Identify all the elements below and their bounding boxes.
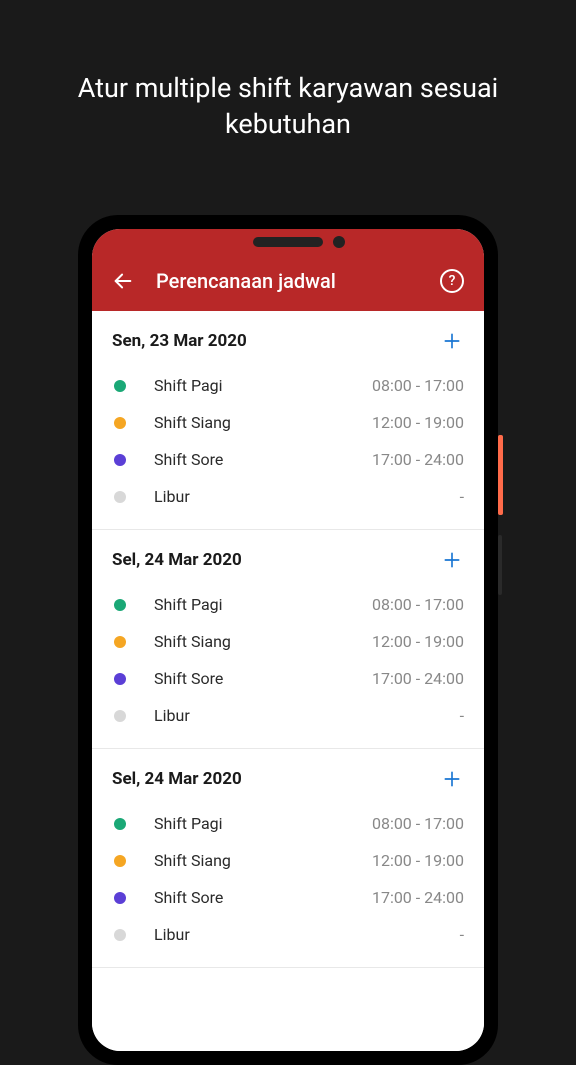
phone-notch xyxy=(253,237,323,247)
day-date: Sel, 24 Mar 2020 xyxy=(112,550,242,570)
shift-name: Libur xyxy=(154,487,460,506)
page-title: Perencanaan jadwal xyxy=(156,269,418,293)
day-block: Sen, 23 Mar 2020Shift Pagi08:00 - 17:00S… xyxy=(92,311,484,530)
shift-color-dot xyxy=(114,892,126,904)
shift-name: Shift Sore xyxy=(154,450,372,469)
back-button[interactable] xyxy=(112,270,134,292)
promo-headline: Atur multiple shift karyawan sesuai kebu… xyxy=(0,0,576,143)
shift-color-dot xyxy=(114,417,126,429)
shift-row[interactable]: Shift Sore17:00 - 24:00 xyxy=(112,441,464,478)
shift-time: 17:00 - 24:00 xyxy=(372,888,464,907)
shift-color-dot xyxy=(114,929,126,941)
shift-color-dot xyxy=(114,454,126,466)
shift-name: Shift Sore xyxy=(154,888,372,907)
shift-time: - xyxy=(460,925,464,944)
day-date: Sel, 24 Mar 2020 xyxy=(112,769,242,789)
shift-row[interactable]: Shift Siang12:00 - 19:00 xyxy=(112,842,464,879)
shift-time: 12:00 - 19:00 xyxy=(372,413,464,432)
shift-time: 08:00 - 17:00 xyxy=(372,814,464,833)
shift-row[interactable]: Libur- xyxy=(112,478,464,515)
shift-time: 08:00 - 17:00 xyxy=(372,595,464,614)
day-header: Sel, 24 Mar 2020 xyxy=(112,767,464,791)
shift-time: 17:00 - 24:00 xyxy=(372,450,464,469)
shift-color-dot xyxy=(114,636,126,648)
phone-power-button xyxy=(498,435,503,515)
phone-frame: Perencanaan jadwal ? Sen, 23 Mar 2020 Shi… xyxy=(78,215,498,1065)
shift-name: Shift Pagi xyxy=(154,376,372,395)
shift-row[interactable]: Shift Siang12:00 - 19:00 xyxy=(112,623,464,660)
shift-name: Shift Siang xyxy=(154,413,372,432)
plus-icon xyxy=(442,550,462,570)
shift-name: Libur xyxy=(154,925,460,944)
shift-name: Shift Pagi xyxy=(154,595,372,614)
day-header: Sel, 24 Mar 2020 xyxy=(112,548,464,572)
shift-name: Shift Siang xyxy=(154,632,372,651)
shift-color-dot xyxy=(114,599,126,611)
add-shift-button[interactable] xyxy=(440,329,464,353)
day-block: Sel, 24 Mar 2020Shift Pagi08:00 - 17:00S… xyxy=(92,530,484,749)
shift-name: Libur xyxy=(154,706,460,725)
shift-row[interactable]: Shift Pagi08:00 - 17:00 xyxy=(112,805,464,842)
day-header: Sen, 23 Mar 2020 xyxy=(112,329,464,353)
shift-row[interactable]: Shift Pagi08:00 - 17:00 xyxy=(112,586,464,623)
shift-row[interactable]: Shift Siang12:00 - 19:00 xyxy=(112,404,464,441)
shift-color-dot xyxy=(114,855,126,867)
help-icon: ? xyxy=(449,273,456,289)
day-block: Sel, 24 Mar 2020Shift Pagi08:00 - 17:00S… xyxy=(92,749,484,968)
shift-color-dot xyxy=(114,380,126,392)
shift-row[interactable]: Shift Sore17:00 - 24:00 xyxy=(112,879,464,916)
shift-color-dot xyxy=(114,710,126,722)
plus-icon xyxy=(442,331,462,351)
phone-volume-button xyxy=(498,535,502,595)
shift-color-dot xyxy=(114,673,126,685)
arrow-left-icon xyxy=(112,270,134,292)
shift-name: Shift Siang xyxy=(154,851,372,870)
schedule-list[interactable]: Sen, 23 Mar 2020Shift Pagi08:00 - 17:00S… xyxy=(92,311,484,1051)
shift-name: Shift Sore xyxy=(154,669,372,688)
shift-row[interactable]: Libur- xyxy=(112,697,464,734)
plus-icon xyxy=(442,769,462,789)
phone-screen: Perencanaan jadwal ? Sen, 23 Mar 2020 Shi… xyxy=(92,229,484,1051)
help-button[interactable]: ? xyxy=(440,269,464,293)
shift-time: - xyxy=(460,706,464,725)
add-shift-button[interactable] xyxy=(440,548,464,572)
shift-color-dot xyxy=(114,491,126,503)
shift-time: 12:00 - 19:00 xyxy=(372,632,464,651)
shift-time: 12:00 - 19:00 xyxy=(372,851,464,870)
day-date: Sen, 23 Mar 2020 xyxy=(112,331,247,351)
shift-time: 08:00 - 17:00 xyxy=(372,376,464,395)
shift-row[interactable]: Libur- xyxy=(112,916,464,953)
shift-row[interactable]: Shift Sore17:00 - 24:00 xyxy=(112,660,464,697)
shift-color-dot xyxy=(114,818,126,830)
shift-row[interactable]: Shift Pagi08:00 - 17:00 xyxy=(112,367,464,404)
shift-name: Shift Pagi xyxy=(154,814,372,833)
shift-time: - xyxy=(460,487,464,506)
add-shift-button[interactable] xyxy=(440,767,464,791)
shift-time: 17:00 - 24:00 xyxy=(372,669,464,688)
